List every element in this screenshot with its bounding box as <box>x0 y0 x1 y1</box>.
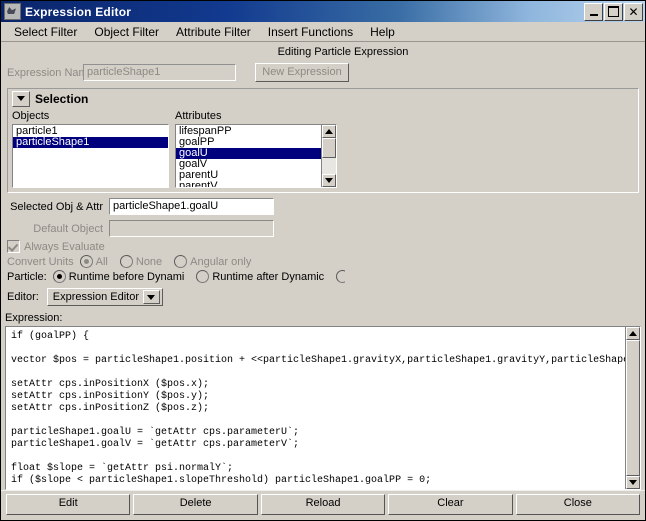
selection-header: Selection <box>12 91 634 106</box>
default-object-row: Default Object <box>1 220 645 237</box>
window-title: Expression Editor <box>25 5 584 19</box>
minimize-button[interactable] <box>584 3 603 21</box>
scroll-thumb[interactable] <box>322 138 336 158</box>
editor-label: Editor: <box>7 291 39 303</box>
scroll-down-button[interactable] <box>322 174 336 187</box>
radio-icon[interactable] <box>120 255 133 268</box>
objects-listbox[interactable]: particle1 particleShape1 <box>12 124 169 188</box>
selection-collapse-button[interactable] <box>12 91 30 107</box>
objects-column: Objects particle1 particleShape1 <box>12 110 169 188</box>
clear-button[interactable]: Clear <box>388 494 512 515</box>
chevron-down-icon <box>147 295 155 300</box>
minimize-icon <box>585 4 602 20</box>
scroll-track[interactable] <box>626 340 640 476</box>
scroll-up-button[interactable] <box>322 125 336 138</box>
radio-label: None <box>136 256 162 268</box>
menu-insert-functions[interactable]: Insert Functions <box>260 24 362 40</box>
radio-icon[interactable] <box>174 255 187 268</box>
expression-name-input[interactable]: particleShape1 <box>83 64 236 81</box>
list-item[interactable]: parentV <box>176 181 321 187</box>
arrow-up-icon <box>325 129 333 134</box>
convert-units-option-none[interactable]: None <box>120 255 162 268</box>
selection-title: Selection <box>35 92 88 106</box>
close-icon: ✕ <box>625 4 642 20</box>
convert-units-row: Convert Units All None Angular only <box>1 255 645 268</box>
menu-object-filter[interactable]: Object Filter <box>86 24 168 40</box>
chevron-down-icon <box>17 96 25 101</box>
particle-option-runtime-before[interactable]: Runtime before Dynami <box>53 270 185 283</box>
attributes-scrollbar[interactable] <box>321 125 336 187</box>
radio-label: Runtime after Dynamic <box>212 271 324 283</box>
title-bar[interactable]: Expression Editor ✕ <box>1 1 645 22</box>
attributes-column: Attributes lifespanPP goalPP goalU goalV… <box>175 110 337 188</box>
expression-name-row: Expression Name particleShape1 New Expre… <box>1 63 645 82</box>
editor-dropdown[interactable]: Expression Editor <box>47 288 163 306</box>
reload-button[interactable]: Reload <box>261 494 385 515</box>
bottom-button-bar: Edit Delete Reload Clear Close <box>1 490 645 520</box>
edit-button[interactable]: Edit <box>6 494 130 515</box>
arrow-up-icon <box>629 331 637 336</box>
always-evaluate-row[interactable]: Always Evaluate <box>1 240 645 253</box>
scroll-up-button[interactable] <box>626 327 640 340</box>
editing-mode-title: Editing Particle Expression <box>1 42 645 58</box>
expression-editor-window: Expression Editor ✕ Select Filter Object… <box>0 0 646 521</box>
expression-name-label: Expression Name <box>7 67 81 79</box>
particle-label: Particle: <box>7 271 47 283</box>
main-content: Editing Particle Expression Expression N… <box>1 42 645 496</box>
default-object-input[interactable] <box>109 220 274 237</box>
menu-attribute-filter[interactable]: Attribute Filter <box>168 24 260 40</box>
default-object-label: Default Object <box>7 223 109 235</box>
convert-units-option-all[interactable]: All <box>80 255 108 268</box>
list-item[interactable]: particleShape1 <box>13 137 168 148</box>
close-dialog-button[interactable]: Close <box>516 494 640 515</box>
selection-lists: Objects particle1 particleShape1 Attribu… <box>12 110 634 188</box>
radio-icon[interactable] <box>80 255 93 268</box>
scroll-track[interactable] <box>322 138 336 174</box>
radio-label: Runtime before Dynami <box>69 271 185 283</box>
maximize-icon <box>605 4 622 20</box>
menu-bar: Select Filter Object Filter Attribute Fi… <box>1 22 645 42</box>
attributes-list: lifespanPP goalPP goalU goalV parentU pa… <box>176 125 321 187</box>
radio-label: All <box>96 256 108 268</box>
arrow-down-icon <box>325 178 333 183</box>
expression-label: Expression: <box>1 312 645 324</box>
editor-row: Editor: Expression Editor <box>1 288 645 306</box>
always-evaluate-label: Always Evaluate <box>24 241 105 253</box>
menu-help[interactable]: Help <box>362 24 404 40</box>
maximize-button[interactable] <box>604 3 623 21</box>
convert-units-option-angular[interactable]: Angular only <box>174 255 251 268</box>
radio-label: Angular only <box>190 256 251 268</box>
scroll-down-button[interactable] <box>626 476 640 489</box>
editor-dropdown-arrow[interactable] <box>143 290 160 304</box>
attributes-header: Attributes <box>175 110 337 122</box>
expression-textarea[interactable]: if (goalPP) { vector $pos = particleShap… <box>5 326 641 490</box>
attributes-listbox[interactable]: lifespanPP goalPP goalU goalV parentU pa… <box>175 124 337 188</box>
arrow-down-icon <box>629 480 637 485</box>
app-icon <box>4 3 21 20</box>
new-expression-button[interactable]: New Expression <box>255 63 349 82</box>
editor-dropdown-value: Expression Editor <box>48 291 143 303</box>
convert-units-label: Convert Units <box>7 256 74 268</box>
menu-select-filter[interactable]: Select Filter <box>6 24 86 40</box>
radio-icon[interactable] <box>196 270 209 283</box>
selection-group: Selection Objects particle1 particleShap… <box>7 88 639 193</box>
expression-text[interactable]: if (goalPP) { vector $pos = particleShap… <box>6 327 625 489</box>
always-evaluate-checkbox[interactable] <box>7 240 20 253</box>
window-controls: ✕ <box>584 3 643 21</box>
delete-button[interactable]: Delete <box>133 494 257 515</box>
radio-icon[interactable] <box>53 270 66 283</box>
selected-obj-attr-label: Selected Obj & Attr <box>7 201 109 213</box>
radio-icon[interactable] <box>336 270 345 283</box>
selected-obj-attr-input[interactable]: particleShape1.goalU <box>109 198 274 215</box>
particle-option-runtime-after[interactable]: Runtime after Dynamic <box>196 270 324 283</box>
particle-option-creation[interactable]: Creation <box>336 270 345 283</box>
expression-scrollbar[interactable] <box>625 327 640 489</box>
particle-row: Particle: Runtime before Dynami Runtime … <box>1 270 345 283</box>
objects-list: particle1 particleShape1 <box>13 125 168 187</box>
close-button[interactable]: ✕ <box>624 3 643 21</box>
scroll-thumb[interactable] <box>626 340 640 476</box>
selected-obj-attr-row: Selected Obj & Attr particleShape1.goalU <box>1 198 645 215</box>
objects-header: Objects <box>12 110 169 122</box>
